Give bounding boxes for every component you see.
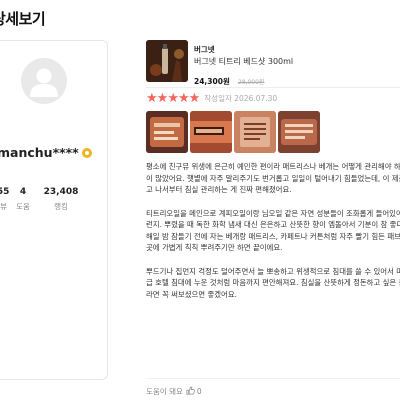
review-paragraph: 뿌드기나 집먼지 걱정도 덜어주면서 늘 뽀송하고 위생적으로 침대를 쓸 수 …: [146, 266, 400, 301]
price-row: 24,300원 28,000원: [194, 69, 264, 88]
review-body: 평소에 친구뮤 위생에 은근히 예민한 편이라 매트리스나 베개는 어떻게 관리…: [146, 161, 400, 312]
thumbs-up-icon: [186, 386, 195, 397]
review-line: 티트리오일을 메인으로 계피오일이랑 님오일 같은 자연 성분들이 조화롭게 들…: [146, 208, 400, 218]
review-paragraph: 평소에 친구뮤 위생에 은근히 예민한 편이라 매트리스나 베개는 어떻게 관리…: [146, 161, 400, 196]
review-photos: [146, 111, 400, 153]
product-brand: 버그넷: [194, 45, 215, 54]
review-line: 해일 밤 잠들기 전에 자는 베개랑 매트리스, 카페트나 커튼처럼 자주 빨기…: [146, 231, 400, 241]
original-price: 28,000원: [237, 79, 265, 86]
avatar: [21, 58, 67, 104]
product-thumbnail[interactable]: [146, 40, 188, 82]
username: manchu****: [0, 145, 79, 160]
review-line: 뿌드기나 집먼지 걱정도 덜어주면서 늘 뽀송하고 위생적으로 침대를 쓸 수 …: [146, 266, 400, 276]
stat-label: 랭킹: [54, 202, 68, 211]
star-icon: ★: [146, 91, 158, 106]
sale-price: 24,300원: [194, 77, 230, 86]
product-name[interactable]: 버그넷 티트리 베드샷 300ml: [194, 56, 293, 67]
review-line: 이 많았어요. 햇볕에 자주 말리주기도 번거롭고 일일이 털어내기 힘들었는데…: [146, 173, 400, 183]
profile-card: manchu**** 155 리뷰 4 도움 23,408 랭킹: [0, 40, 108, 380]
divider: [146, 87, 400, 88]
star-icon: ★: [188, 91, 201, 106]
review-line: 고 나서부터 침실 관리하는 게 진짜 편해졌어요.: [146, 185, 292, 194]
helpful-button[interactable]: 도움이 돼요 0: [146, 386, 202, 397]
footer-divider: [146, 378, 400, 379]
review-line: 라면 꼭 써보셨으면 좋겠어요.: [146, 289, 237, 299]
review-date: 작성일자 2026.07.30: [204, 94, 278, 103]
review-photo[interactable]: [190, 111, 232, 153]
username-row: manchu****: [0, 145, 92, 160]
review-photo[interactable]: [278, 111, 320, 153]
user-placeholder-icon: [30, 68, 58, 97]
product-summary[interactable]: 버그넷 버그넷 티트리 베드샷 300ml 24,300원 28,000원: [146, 40, 396, 86]
review-line: 런지. 뿌렸을 때 독한 화학 냄새 대신 은은하고 산뜻한 향이 엠돌아서 기…: [146, 220, 400, 229]
review-line: 급 호텔 침대에 누운 것처럼 마음까지 편안해져요. 침실을 산뜻하게 정돈하…: [146, 278, 400, 287]
review-line: 평소에 친구뮤 위생에 은근히 예민한 편이라 매트리스나 베개는 어떻게 관리…: [146, 162, 400, 171]
review-photo[interactable]: [146, 111, 188, 153]
star-icon: ★: [167, 91, 179, 106]
stat-ranking: 23,408 랭킹: [36, 187, 86, 212]
page-title: 상세보기: [0, 10, 46, 28]
gold-badge-icon: [81, 147, 92, 158]
rating-row: ★ ★ ★ ★ ★ 작성일자 2026.07.30: [146, 92, 277, 105]
review-photo[interactable]: [234, 111, 276, 153]
review-line: 곳에 가볍게 칙칙 뿌려주기만 하면 끝이에요.: [146, 243, 283, 252]
star-icon: ★: [156, 91, 169, 106]
stat-value: 23,408: [43, 187, 79, 197]
helpful-count: 0: [196, 387, 202, 396]
review-paragraph: 티트리오일을 메인으로 계피오일이랑 님오일 같은 자연 성분들이 조화롭게 들…: [146, 208, 400, 254]
helpful-label: 도움이 돼요: [146, 387, 183, 396]
star-icon: ★: [177, 91, 190, 106]
